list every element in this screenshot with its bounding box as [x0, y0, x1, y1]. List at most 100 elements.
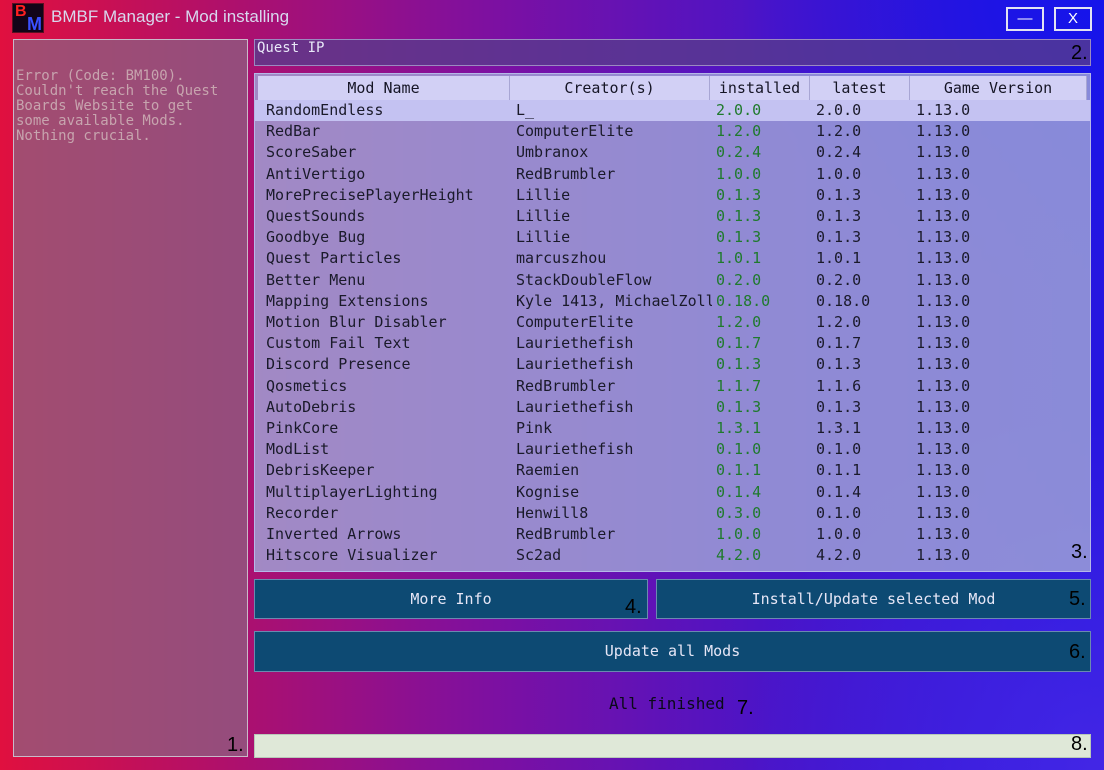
cell-creators: ComputerElite: [516, 313, 634, 331]
marker-7: 7.: [737, 697, 754, 719]
table-row[interactable]: QuestSounds Lillie 0.1.3 0.1.3 1.13.0: [255, 206, 1090, 227]
cell-latest: 1.0.0: [816, 164, 862, 183]
cell-mod-name: MorePrecisePlayerHeight: [266, 185, 474, 204]
close-button[interactable]: X: [1054, 7, 1092, 31]
cell-latest: 0.1.4: [816, 482, 862, 501]
cell-latest: 1.0.1: [816, 249, 862, 268]
table-row[interactable]: Inverted Arrows RedBrumbler 1.0.0 1.0.0 1.13…: [255, 524, 1090, 545]
cell-mod-name: Mapping Extensions: [266, 291, 429, 310]
cell-game-version: 1.13.0: [916, 249, 971, 268]
cell-installed: 1.0.1: [716, 249, 762, 268]
cell-latest: 0.1.1: [816, 461, 862, 480]
minimize-button[interactable]: —: [1006, 7, 1044, 31]
column-header-mod-name[interactable]: Mod Name: [258, 76, 510, 100]
marker-3: 3.: [1071, 541, 1088, 563]
cell-game-version: 1.13.0: [916, 355, 971, 374]
cell-latest: 1.0.0: [816, 525, 862, 543]
table-row[interactable]: AutoDebris Lauriethefish 0.1.3 0.1.3 1.13.0: [255, 397, 1090, 418]
cell-mod-name: DebrisKeeper: [266, 461, 375, 480]
cell-installed: 1.1.7: [716, 376, 762, 395]
quest-ip-field[interactable]: Quest IP: [254, 39, 1091, 66]
column-header-creators[interactable]: Creator(s): [510, 76, 710, 100]
table-row[interactable]: Custom Fail Text Lauriethefish 0.1.7 0.1.7 1…: [255, 333, 1090, 354]
marker-8: 8.: [1071, 733, 1088, 755]
cell-latest: 0.1.3: [816, 185, 862, 204]
cell-latest: 4.2.0: [816, 546, 862, 565]
install-update-button[interactable]: Install/Update selected Mod: [656, 579, 1091, 619]
quest-ip-text: Quest IP: [257, 40, 325, 56]
marker-4: 4.: [625, 596, 642, 618]
update-all-mods-button[interactable]: Update all Mods: [254, 631, 1091, 672]
cell-latest: 0.18.0: [816, 291, 871, 310]
cell-creators: Lauriethefish: [516, 334, 634, 353]
cell-game-version: 1.13.0: [916, 440, 971, 459]
cell-latest: 0.2.4: [816, 143, 862, 162]
cell-creators: Raemien: [516, 461, 580, 480]
table-row[interactable]: Hitscore Visualizer Sc2ad 4.2.0 4.2.0 1.13.0: [255, 545, 1090, 566]
title-bar: B M BMBF Manager - Mod installing — X: [0, 0, 1104, 36]
cell-creators: Pink: [516, 419, 553, 437]
more-info-button[interactable]: More Info: [254, 579, 648, 619]
cell-installed: 0.1.3: [716, 207, 762, 225]
table-header: Mod Name Creator(s) installed latest Gam…: [258, 76, 1087, 100]
table-row[interactable]: MultiplayerLighting Kognise 0.1.4 0.1.4 1.13…: [255, 482, 1090, 503]
table-row[interactable]: Mapping Extensions Kyle 1413, MichaelZoll…: [255, 291, 1090, 312]
cell-latest: 0.2.0: [816, 270, 862, 289]
table-row[interactable]: RandomEndless L_ 2.0.0 2.0.0 1.13.0: [255, 100, 1090, 121]
cell-latest: 1.1.6: [816, 376, 862, 395]
table-row[interactable]: Quest Particles marcuszhou 1.0.1 1.0.1 1.13.…: [255, 248, 1090, 269]
column-header-latest[interactable]: latest: [810, 76, 910, 100]
mods-table[interactable]: Mod Name Creator(s) installed latest Gam…: [254, 73, 1091, 572]
cell-installed: 0.1.3: [716, 185, 762, 204]
table-row[interactable]: MorePrecisePlayerHeight Lillie 0.1.3 0.1.3 1…: [255, 185, 1090, 206]
cell-installed: 0.18.0: [716, 291, 771, 310]
table-row[interactable]: ScoreSaber Umbranox 0.2.4 0.2.4 1.13.0: [255, 142, 1090, 163]
cell-installed: 0.3.0: [716, 503, 762, 522]
table-row[interactable]: PinkCore Pink 1.3.1 1.3.1 1.13.0: [255, 418, 1090, 439]
cell-latest: 1.2.0: [816, 122, 862, 141]
cell-latest: 0.1.7: [816, 334, 862, 353]
cell-latest: 0.1.0: [816, 503, 862, 522]
cell-mod-name: Inverted Arrows: [266, 525, 402, 543]
cell-creators: Lauriethefish: [516, 397, 634, 416]
cell-creators: ComputerElite: [516, 122, 634, 141]
table-row[interactable]: RedBar ComputerElite 1.2.0 1.2.0 1.13.0: [255, 121, 1090, 142]
cell-latest: 0.1.0: [816, 440, 862, 459]
table-row[interactable]: Discord Presence Lauriethefish 0.1.3 0.1.3 1…: [255, 354, 1090, 375]
cell-mod-name: QuestSounds: [266, 207, 366, 225]
cell-mod-name: Discord Presence: [266, 355, 411, 374]
cell-mod-name: Hitscore Visualizer: [266, 546, 438, 565]
table-row[interactable]: ModList Lauriethefish 0.1.0 0.1.0 1.13.0: [255, 439, 1090, 460]
table-row[interactable]: AntiVertigo RedBrumbler 1.0.0 1.0.0 1.13.0: [255, 164, 1090, 185]
column-header-game-version[interactable]: Game Version: [910, 76, 1087, 100]
cell-creators: RedBrumbler: [516, 376, 616, 395]
table-row[interactable]: Recorder Henwill8 0.3.0 0.1.0 1.13.0: [255, 503, 1090, 524]
table-row[interactable]: DebrisKeeper Raemien 0.1.1 0.1.1 1.13.0: [255, 460, 1090, 481]
cell-installed: 0.1.0: [716, 440, 762, 459]
table-row[interactable]: Better Menu StackDoubleFlow 0.2.0 0.2.0 1.13…: [255, 270, 1090, 291]
cell-mod-name: Custom Fail Text: [266, 334, 411, 353]
cell-game-version: 1.13.0: [916, 313, 971, 331]
cell-installed: 0.1.4: [716, 482, 762, 501]
table-row[interactable]: Goodbye Bug Lillie 0.1.3 0.1.3 1.13.0: [255, 227, 1090, 248]
cell-game-version: 1.13.0: [916, 164, 971, 183]
cell-installed: 1.0.0: [716, 164, 762, 183]
table-row[interactable]: Motion Blur Disabler ComputerElite 1.2.0 1.…: [255, 312, 1090, 333]
cell-mod-name: Recorder: [266, 503, 339, 522]
cell-installed: 0.2.4: [716, 143, 762, 162]
cell-game-version: 1.13.0: [916, 143, 971, 162]
cell-creators: Henwill8: [516, 503, 589, 522]
log-textbox[interactable]: Error (Code: BM100). Couldn't reach the …: [13, 39, 248, 757]
cell-installed: 0.1.3: [716, 397, 762, 416]
column-header-installed[interactable]: installed: [710, 76, 810, 100]
cell-mod-name: RedBar: [266, 122, 321, 141]
table-row[interactable]: Qosmetics RedBrumbler 1.1.7 1.1.6 1.13.0: [255, 376, 1090, 397]
marker-2: 2.: [1071, 42, 1088, 64]
cell-creators: RedBrumbler: [516, 164, 616, 183]
cell-creators: Lillie: [516, 185, 571, 204]
cell-game-version: 1.13.0: [916, 461, 971, 480]
cell-mod-name: ScoreSaber: [266, 143, 357, 162]
cell-game-version: 1.13.0: [916, 397, 971, 416]
marker-6: 6.: [1069, 641, 1086, 663]
cell-creators: Kyle 1413, MichaelZoller: [516, 291, 712, 310]
